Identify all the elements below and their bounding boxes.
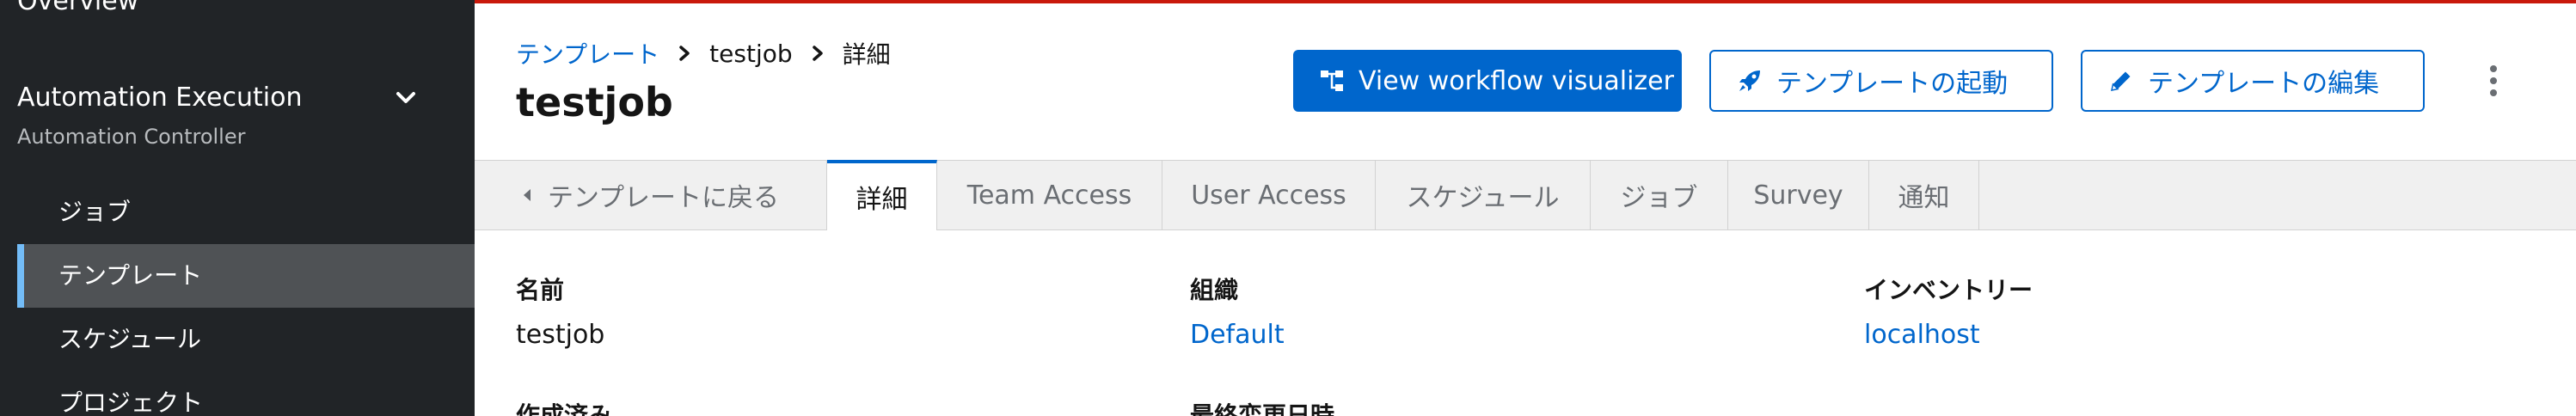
tab-back-to-templates[interactable]: テンプレートに戻る	[475, 161, 827, 229]
sidebar-item-projects[interactable]: プロジェクト	[17, 371, 475, 416]
chevron-down-icon[interactable]	[394, 86, 418, 110]
pencil-icon	[2111, 71, 2131, 91]
chevron-right-icon	[812, 46, 823, 61]
launch-template-button[interactable]: テンプレートの起動	[1709, 50, 2053, 112]
tabs-bar: テンプレートに戻る 詳細 Team Access User Access スケジ…	[475, 160, 2576, 230]
detail-name-value: testjob	[516, 320, 605, 350]
sidebar-section-automation-execution[interactable]: Automation Execution Automation Controll…	[17, 83, 430, 149]
view-workflow-visualizer-button[interactable]: View workflow visualizer	[1293, 50, 1682, 112]
sitemap-icon	[1321, 70, 1343, 91]
page-title: testjob	[516, 79, 673, 125]
launch-template-label: テンプレートの起動	[1776, 69, 2009, 99]
tab-team-access[interactable]: Team Access	[937, 161, 1162, 229]
detail-inventory-link[interactable]: localhost	[1864, 320, 1980, 350]
caret-left-icon	[523, 189, 531, 201]
breadcrumb-templates-link[interactable]: テンプレート	[516, 36, 659, 70]
detail-inventory-label: インベントリー	[1864, 276, 2033, 304]
tab-notifications[interactable]: 通知	[1869, 161, 1979, 229]
top-accent-line	[475, 0, 2576, 3]
detail-organization-link[interactable]: Default	[1190, 320, 1285, 350]
breadcrumb: テンプレート testjob 詳細	[516, 36, 891, 70]
detail-modified-label: 最終変更日時	[1190, 401, 1335, 416]
detail-organization-label: 組織	[1190, 276, 1239, 304]
rocket-icon	[1739, 70, 1760, 91]
kebab-menu-icon[interactable]	[2485, 62, 2502, 100]
chevron-right-icon	[679, 46, 690, 61]
sidebar-item-templates[interactable]: テンプレート	[17, 244, 475, 308]
sidebar-item-jobs[interactable]: ジョブ	[17, 180, 475, 244]
sidebar-item-overview[interactable]: Overview	[17, 0, 138, 16]
detail-name-label: 名前	[516, 276, 565, 304]
tab-survey[interactable]: Survey	[1728, 161, 1869, 229]
tab-user-access[interactable]: User Access	[1162, 161, 1376, 229]
tab-schedules[interactable]: スケジュール	[1376, 161, 1591, 229]
sidebar-item-schedules[interactable]: スケジュール	[17, 308, 475, 371]
edit-template-button[interactable]: テンプレートの編集	[2081, 50, 2425, 112]
tab-back-label: テンプレートに戻る	[547, 183, 780, 213]
breadcrumb-current: 詳細	[842, 40, 891, 69]
tab-jobs[interactable]: ジョブ	[1591, 161, 1728, 229]
view-workflow-visualizer-label: View workflow visualizer	[1359, 65, 1674, 96]
sidebar-section-subtitle: Automation Controller	[17, 125, 246, 149]
detail-created-label: 作成済み	[516, 401, 613, 416]
edit-template-label: テンプレートの編集	[2148, 69, 2380, 99]
sidebar-section-title: Automation Execution	[17, 83, 303, 113]
breadcrumb-job[interactable]: testjob	[709, 40, 792, 68]
tab-details[interactable]: 詳細	[827, 160, 937, 230]
sidebar: Overview Automation Execution Automation…	[0, 0, 475, 416]
